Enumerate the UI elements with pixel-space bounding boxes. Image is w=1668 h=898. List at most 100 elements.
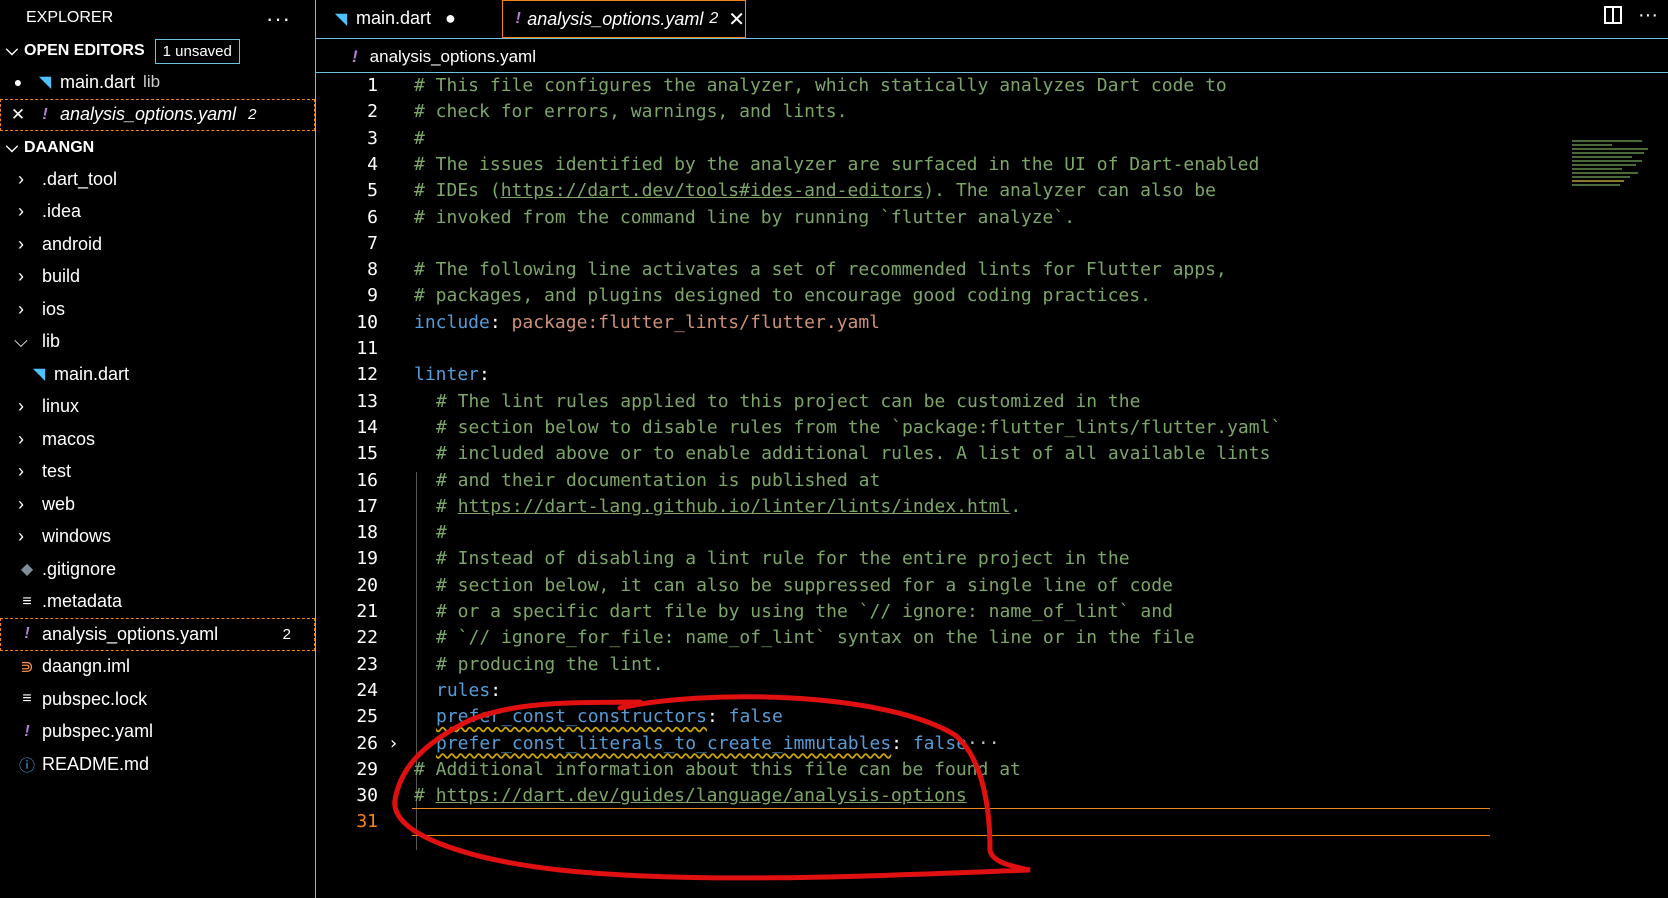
chevron-down-icon: ⌵ bbox=[14, 331, 28, 352]
project-section-daangn[interactable]: ⌵ DAANGN bbox=[0, 133, 315, 163]
tree-item-gitignore[interactable]: ◆ .gitignore bbox=[0, 553, 315, 586]
line-number: 23 bbox=[356, 653, 378, 675]
code-text: # invoked from the command line by runni… bbox=[414, 206, 1076, 228]
line-number: 17 bbox=[356, 495, 378, 517]
close-icon[interactable]: ✕ bbox=[728, 7, 745, 32]
line-number: 6 bbox=[367, 206, 378, 228]
code-line: 29 # Additional information about this fi… bbox=[316, 756, 1668, 784]
more-actions-icon[interactable]: ··· bbox=[266, 6, 291, 32]
tree-item-readme[interactable]: ⓘ README.md bbox=[0, 748, 315, 781]
fold-chevron-right-icon[interactable]: › bbox=[388, 730, 399, 758]
yaml-file-icon: ! bbox=[24, 625, 30, 643]
close-icon[interactable]: ✕ bbox=[0, 105, 36, 125]
yaml-key-warning[interactable]: prefer_const_constructors bbox=[436, 706, 707, 727]
unsaved-dot-icon[interactable]: ● bbox=[0, 74, 36, 90]
open-editors-section[interactable]: ⌵ OPEN EDITORS 1 unsaved bbox=[0, 36, 315, 66]
tree-item-label: test bbox=[42, 461, 72, 482]
open-editor-item-main-dart[interactable]: ● ◥ main.dart lib bbox=[0, 66, 315, 99]
tree-item-label: pubspec.lock bbox=[42, 688, 148, 709]
code-line: 23 # producing the lint. bbox=[316, 651, 1668, 679]
tree-item-label: lib bbox=[42, 331, 61, 352]
yaml-file-icon: ! bbox=[515, 10, 521, 27]
tree-item-web[interactable]: › web bbox=[0, 488, 315, 521]
code-text: . bbox=[1010, 495, 1022, 517]
code-line: 14 # section below to disable rules from … bbox=[316, 414, 1668, 442]
line-number: 11 bbox=[356, 338, 378, 359]
line-number: 31 bbox=[356, 811, 378, 833]
dart-file-icon: ◥ bbox=[32, 366, 46, 384]
unsaved-dot-icon[interactable]: ● bbox=[445, 8, 456, 29]
tree-item-linux[interactable]: › linux bbox=[0, 391, 315, 424]
code-link[interactable]: https://dart-lang.github.io/linter/lints… bbox=[458, 496, 1011, 517]
tree-item-label: pubspec.yaml bbox=[42, 721, 154, 742]
code-line: 1 # This file configures the analyzer, wh… bbox=[316, 72, 1668, 100]
code-line: 19 # Instead of disabling a lint rule for… bbox=[316, 545, 1668, 573]
info-icon: ⓘ bbox=[18, 758, 35, 776]
line-number: 25 bbox=[356, 706, 378, 728]
line-number: 19 bbox=[356, 548, 378, 570]
code-link[interactable]: https://dart.dev/guides/language/analysi… bbox=[436, 785, 967, 806]
chevron-right-icon: › bbox=[18, 461, 24, 482]
tree-item-pubspec-lock[interactable]: ≡ pubspec.lock bbox=[0, 683, 315, 716]
tree-item-pubspec-yaml[interactable]: ! pubspec.yaml bbox=[0, 716, 315, 749]
chevron-right-icon: › bbox=[18, 493, 24, 514]
chevron-down-icon: ⌵ bbox=[5, 139, 19, 156]
tree-item-android[interactable]: › android bbox=[0, 228, 315, 261]
line-number: 5 bbox=[367, 180, 378, 202]
tab-label: analysis_options.yaml bbox=[527, 8, 704, 29]
tree-item-build[interactable]: › build bbox=[0, 261, 315, 294]
code-line: 20 # section below, it can also be suppre… bbox=[316, 572, 1668, 600]
line-number: 2 bbox=[367, 101, 378, 123]
chevron-right-icon: › bbox=[18, 168, 24, 189]
tab-main-dart[interactable]: ◥ main.dart ● bbox=[332, 0, 486, 37]
yaml-value: false bbox=[912, 732, 968, 754]
tab-analysis-options[interactable]: ! analysis_options.yaml 2 ✕ bbox=[502, 0, 746, 38]
code-line-current[interactable]: 31 bbox=[316, 808, 1668, 836]
tree-item-main-dart[interactable]: ◥ main.dart bbox=[0, 358, 315, 391]
line-number: 3 bbox=[367, 127, 378, 149]
code-link[interactable]: https://dart.dev/tools#ides-and-editors bbox=[501, 180, 924, 201]
tree-item-daangn-iml[interactable]: ⋑ daangn.iml bbox=[0, 651, 315, 684]
line-number: 10 bbox=[356, 311, 378, 333]
yaml-key-warning[interactable]: prefer_const_literals_to_create_immutabl… bbox=[436, 733, 891, 754]
split-editor-icon[interactable] bbox=[1604, 6, 1622, 24]
tree-item-lib[interactable]: ⌵ lib bbox=[0, 326, 315, 359]
tree-item-dart-tool[interactable]: › .dart_tool bbox=[0, 163, 315, 196]
tree-item-label: .dart_tool bbox=[42, 168, 118, 189]
code-line: 22 # `// ignore_for_file: name_of_lint` s… bbox=[316, 624, 1668, 652]
explorer-title: EXPLORER bbox=[26, 9, 114, 26]
chevron-down-icon: ⌵ bbox=[5, 42, 19, 59]
code-editor[interactable]: 1 # This file configures the analyzer, wh… bbox=[316, 72, 1668, 898]
rss-icon: ⋑ bbox=[20, 658, 34, 676]
tree-item-label: ios bbox=[42, 298, 66, 319]
code-text: # included above or to enable additional… bbox=[436, 443, 1271, 465]
line-number: 24 bbox=[356, 679, 378, 701]
tree-item-analysis-options[interactable]: ! analysis_options.yaml 2 bbox=[0, 618, 315, 651]
minimap[interactable] bbox=[1572, 140, 1662, 200]
code-line: 6 # invoked from the command line by runn… bbox=[316, 204, 1668, 232]
folded-ellipsis[interactable]: ··· bbox=[967, 733, 1000, 754]
tree-item-windows[interactable]: › windows bbox=[0, 521, 315, 554]
line-number: 12 bbox=[356, 364, 378, 386]
more-actions-icon[interactable]: ··· bbox=[1638, 4, 1658, 27]
yaml-file-icon: ! bbox=[24, 722, 30, 740]
tree-item-test[interactable]: › test bbox=[0, 456, 315, 489]
code-line: 8 # The following line activates a set of… bbox=[316, 256, 1668, 284]
line-number: 4 bbox=[367, 153, 378, 175]
code-line: 25 prefer_const_constructors: false bbox=[316, 703, 1668, 731]
open-editors-label: OPEN EDITORS bbox=[24, 42, 145, 59]
tree-item-macos[interactable]: › macos bbox=[0, 423, 315, 456]
tree-item-label: daangn.iml bbox=[42, 656, 131, 677]
breadcrumb-file[interactable]: analysis_options.yaml bbox=[370, 47, 536, 67]
line-number: 14 bbox=[356, 416, 378, 438]
open-editor-item-analysis-options[interactable]: ✕ ! analysis_options.yaml 2 bbox=[0, 98, 315, 131]
tree-item-ios[interactable]: › ios bbox=[0, 293, 315, 326]
tree-item-metadata[interactable]: ≡ .metadata bbox=[0, 586, 315, 619]
tree-item-label: .metadata bbox=[42, 591, 123, 612]
open-editor-label: main.dart bbox=[60, 71, 136, 92]
code-line: 15 # included above or to enable addition… bbox=[316, 440, 1668, 468]
tree-item-idea[interactable]: › .idea bbox=[0, 196, 315, 229]
tree-item-label: web bbox=[42, 493, 76, 514]
code-text: # section below, it can also be suppress… bbox=[436, 574, 1173, 596]
yaml-value: false bbox=[728, 706, 783, 728]
